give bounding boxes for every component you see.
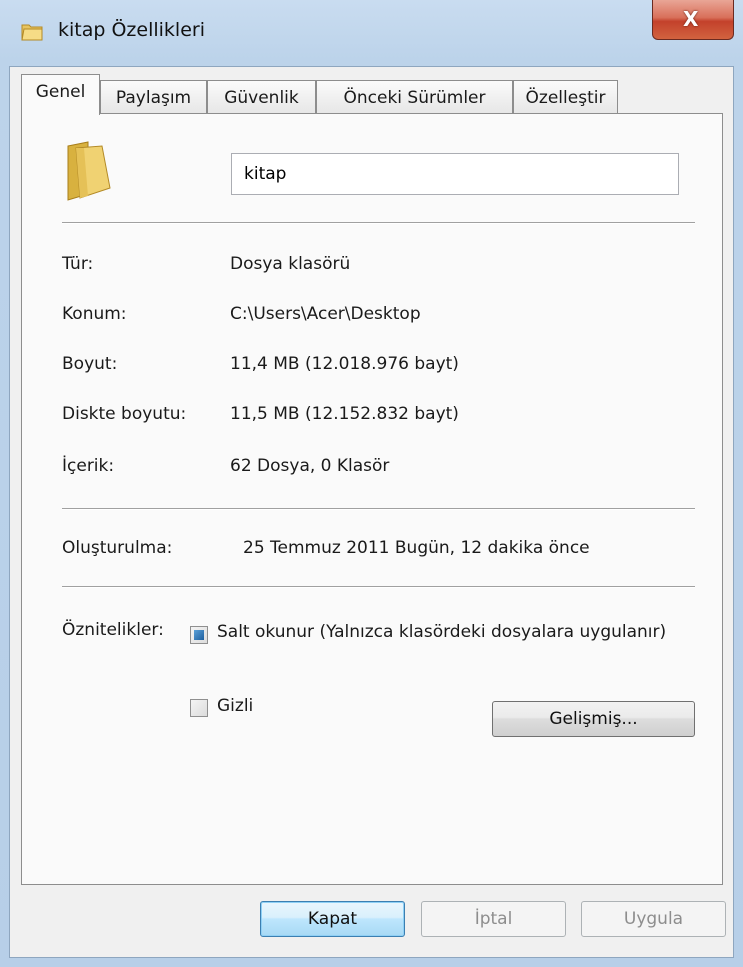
folder-icon — [21, 24, 43, 41]
tab-onceki-surumler[interactable]: Önceki Sürümler — [316, 80, 513, 114]
tab-ozellestir[interactable]: Özelleştir — [513, 80, 618, 114]
folder-name-input[interactable] — [231, 153, 679, 195]
tab-guvenlik[interactable]: Güvenlik — [207, 80, 316, 114]
attributes-label: Öznitelikler: — [62, 620, 164, 640]
created-value: 25 Temmuz 2011 Bugün, 12 dakika önce — [243, 538, 590, 558]
apply-button[interactable]: Uygula — [581, 901, 726, 937]
close-dialog-button[interactable]: Kapat — [260, 901, 405, 937]
advanced-button[interactable]: Gelişmiş... — [492, 701, 695, 737]
tab-label: Güvenlik — [224, 88, 299, 108]
contents-label: İçerik: — [62, 456, 115, 476]
hidden-label[interactable]: Gizli — [217, 696, 253, 716]
separator — [62, 222, 695, 224]
window-title: kitap Özellikleri — [58, 19, 205, 41]
separator — [62, 586, 695, 588]
tab-paylasim[interactable]: Paylaşım — [100, 80, 207, 114]
tab-label: Genel — [35, 82, 86, 102]
cancel-button[interactable]: İptal — [421, 901, 566, 937]
separator — [62, 508, 695, 510]
contents-value: 62 Dosya, 0 Klasör — [230, 456, 390, 476]
tab-label: Paylaşım — [115, 88, 192, 108]
tab-label: Özelleştir — [525, 88, 606, 108]
size-on-disk-value: 11,5 MB (12.152.832 bayt) — [230, 404, 459, 424]
created-label: Oluşturulma: — [62, 538, 173, 558]
readonly-label[interactable]: Salt okunur (Yalnızca klasördeki dosyala… — [217, 622, 666, 642]
readonly-checkbox[interactable] — [190, 626, 208, 644]
close-button[interactable]: X — [652, 0, 734, 40]
title-bar[interactable]: kitap Özellikleri X — [0, 0, 743, 66]
size-value: 11,4 MB (12.018.976 bayt) — [230, 354, 459, 374]
close-icon: X — [683, 7, 699, 31]
folder-icon — [67, 141, 111, 201]
tab-panel-genel — [21, 113, 723, 885]
hidden-checkbox[interactable] — [190, 699, 208, 717]
type-label: Tür: — [62, 254, 94, 274]
size-on-disk-label: Diskte boyutu: — [62, 404, 187, 424]
size-label: Boyut: — [62, 354, 118, 374]
properties-window: kitap Özellikleri X Genel Paylaşım Güven… — [0, 0, 743, 967]
location-label: Konum: — [62, 304, 127, 324]
tab-label: Önceki Sürümler — [343, 88, 486, 108]
type-value: Dosya klasörü — [230, 254, 351, 274]
location-value: C:\Users\Acer\Desktop — [230, 304, 421, 324]
tab-genel[interactable]: Genel — [21, 74, 100, 115]
